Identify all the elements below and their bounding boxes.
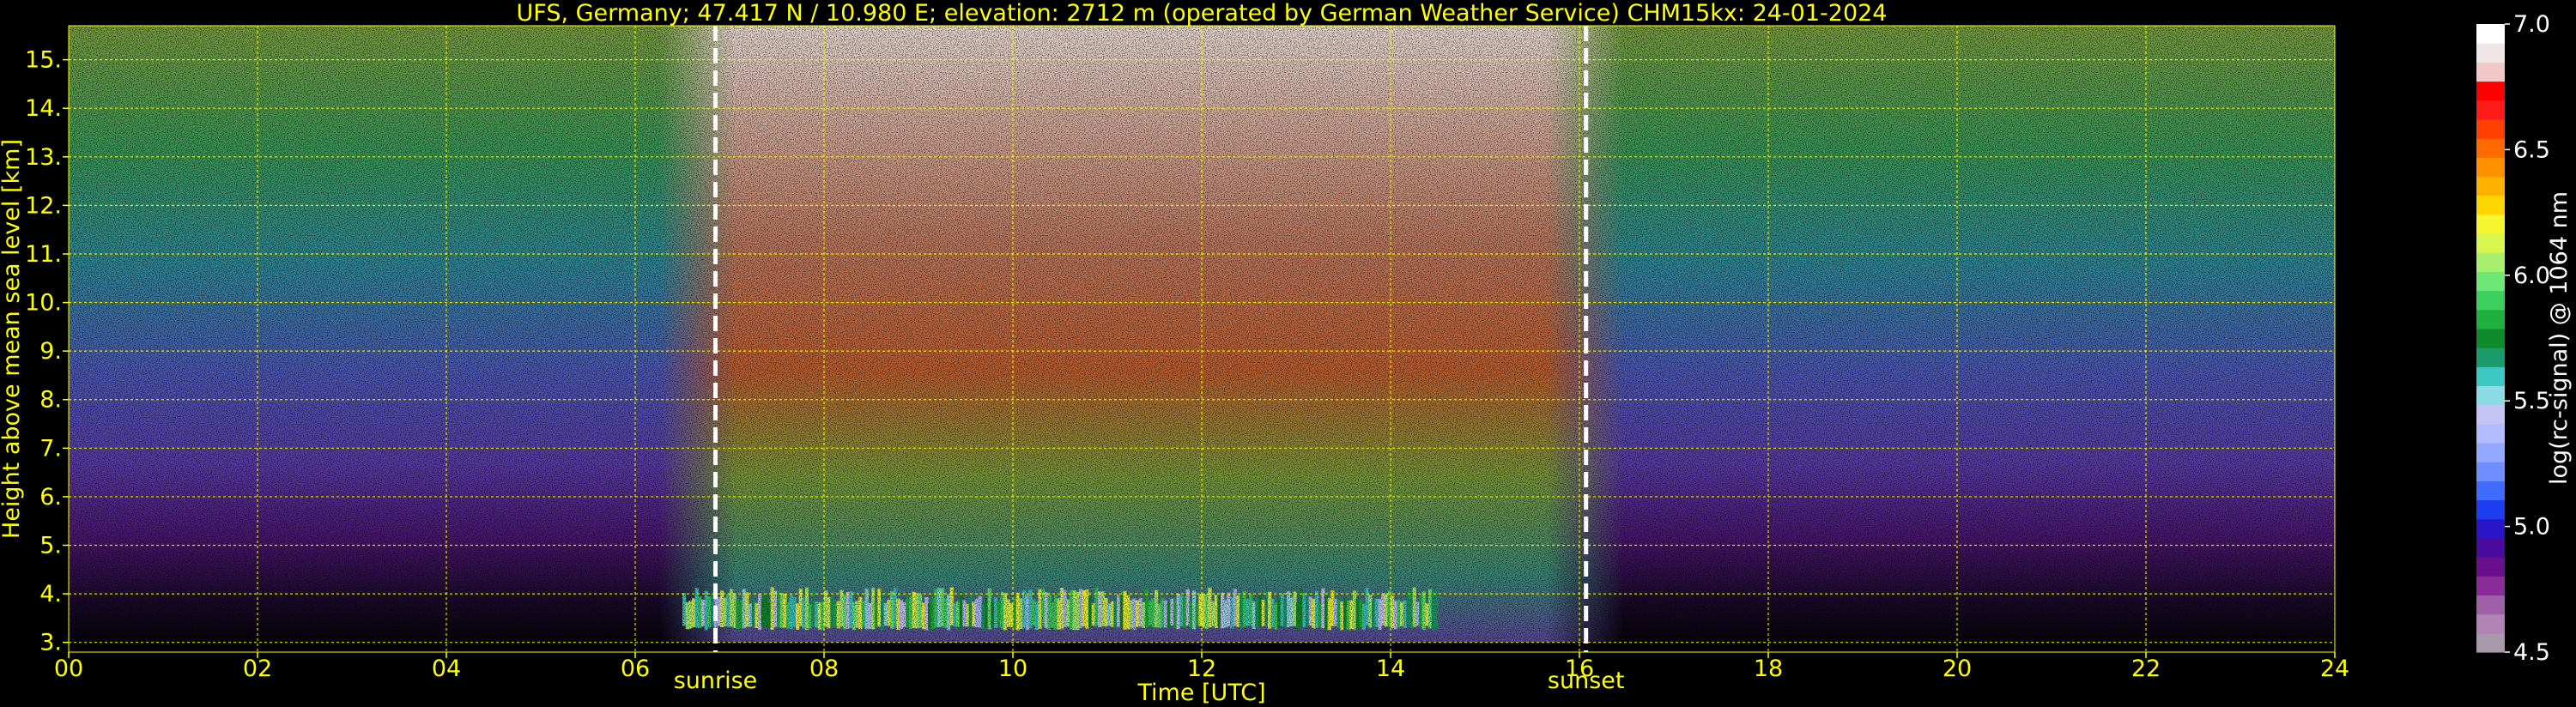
colorbar-segment bbox=[2476, 176, 2505, 196]
colorbar-segment bbox=[2476, 290, 2505, 311]
colorbar-segment bbox=[2476, 385, 2505, 406]
x-tick-label: 00 bbox=[54, 656, 83, 682]
colorbar-label: log(rc-signal) @ 1064 nm bbox=[2546, 191, 2573, 485]
y-tick-label: 8. bbox=[39, 387, 62, 414]
sun-marker-label: sunset bbox=[1548, 668, 1625, 694]
y-tick-label: 10. bbox=[25, 290, 62, 317]
colorbar-segment bbox=[2476, 595, 2505, 615]
x-tick-label: 08 bbox=[809, 656, 839, 682]
colorbar-segment bbox=[2476, 632, 2505, 653]
colorbar-segment bbox=[2476, 62, 2505, 82]
x-tick-label: 20 bbox=[1943, 656, 1972, 682]
sun-marker-label: sunrise bbox=[674, 668, 758, 694]
colorbar-segment bbox=[2476, 195, 2505, 215]
colorbar-segment bbox=[2476, 423, 2505, 444]
y-tick-label: 13. bbox=[25, 144, 62, 171]
colorbar-segment bbox=[2476, 118, 2505, 139]
y-axis-label: Height above mean sea level [km] bbox=[0, 139, 25, 539]
colorbar bbox=[2476, 24, 2505, 653]
colorbar-segment bbox=[2476, 404, 2505, 425]
colorbar-segment bbox=[2476, 499, 2505, 520]
x-tick-label: 18 bbox=[1754, 656, 1783, 682]
colorbar-ticks: 4.5 5.0 5.5 6.0 6.5 7.0 bbox=[2505, 11, 2550, 666]
x-tick-label: 22 bbox=[2131, 656, 2161, 682]
colorbar-segment bbox=[2476, 24, 2505, 44]
colorbar-segment bbox=[2476, 613, 2505, 634]
x-tick-label: 14 bbox=[1376, 656, 1405, 682]
x-tick-label: 12 bbox=[1187, 656, 1216, 682]
colorbar-segment bbox=[2476, 214, 2505, 234]
colorbar-segment bbox=[2476, 252, 2505, 272]
x-tick-label: 06 bbox=[621, 656, 650, 682]
colorbar-tick-label: 4.5 bbox=[2513, 639, 2550, 666]
y-tick-label: 9. bbox=[39, 338, 62, 365]
colorbar-tick-label: 6.5 bbox=[2513, 136, 2550, 163]
colorbar-segment bbox=[2476, 462, 2505, 481]
ceilometer-chart: UFS, Germany; 47.417 N / 10.980 E; eleva… bbox=[0, 0, 2573, 706]
y-tick-label: 14. bbox=[25, 95, 62, 122]
chart-title: UFS, Germany; 47.417 N / 10.980 E; eleva… bbox=[517, 0, 1888, 27]
x-tick-label: 24 bbox=[2320, 656, 2349, 682]
y-tick-label: 5. bbox=[39, 533, 62, 559]
x-tick-label: 02 bbox=[243, 656, 272, 682]
x-tick-label: 10 bbox=[998, 656, 1027, 682]
plot-area bbox=[69, 26, 2335, 652]
x-tick-label: 04 bbox=[432, 656, 461, 682]
colorbar-segment bbox=[2476, 576, 2505, 596]
colorbar-segment bbox=[2476, 557, 2505, 577]
x-axis-label: Time [UTC] bbox=[1136, 680, 1265, 706]
colorbar-segment bbox=[2476, 366, 2505, 387]
y-tick-label: 15. bbox=[25, 47, 62, 74]
colorbar-segment bbox=[2476, 271, 2505, 292]
colorbar-tick-label: 6.0 bbox=[2513, 263, 2550, 289]
y-tick-label: 6. bbox=[39, 484, 62, 511]
y-axis-ticks: 3. 4. 5. 6. 7. 8. 9. 10. 11. 12. 13. 14. 15. bbox=[25, 47, 69, 656]
colorbar-segment bbox=[2476, 443, 2505, 462]
colorbar-segment bbox=[2476, 138, 2505, 158]
colorbar-segment bbox=[2476, 328, 2505, 348]
y-tick-label: 12. bbox=[25, 192, 62, 219]
colorbar-tick-label: 5.5 bbox=[2513, 388, 2550, 414]
y-tick-label: 11. bbox=[25, 241, 62, 268]
colorbar-segment bbox=[2476, 43, 2505, 63]
colorbar-segment bbox=[2476, 480, 2505, 501]
x-axis-ticks: 00 02 04 06 08 10 12 14 16 18 20 22 24 bbox=[54, 652, 2349, 682]
colorbar-segment bbox=[2476, 233, 2505, 253]
colorbar-segment bbox=[2476, 157, 2505, 178]
colorbar-segment bbox=[2476, 81, 2505, 101]
colorbar-segment bbox=[2476, 100, 2505, 120]
colorbar-segment bbox=[2476, 537, 2505, 558]
colorbar-segment bbox=[2476, 518, 2505, 539]
colorbar-segment bbox=[2476, 347, 2505, 367]
colorbar-tick-label: 7.0 bbox=[2513, 11, 2550, 38]
y-tick-label: 3. bbox=[39, 630, 62, 656]
y-tick-label: 7. bbox=[39, 435, 62, 462]
colorbar-tick-label: 5.0 bbox=[2513, 514, 2550, 541]
y-tick-label: 4. bbox=[39, 581, 62, 607]
colorbar-segment bbox=[2476, 309, 2505, 329]
